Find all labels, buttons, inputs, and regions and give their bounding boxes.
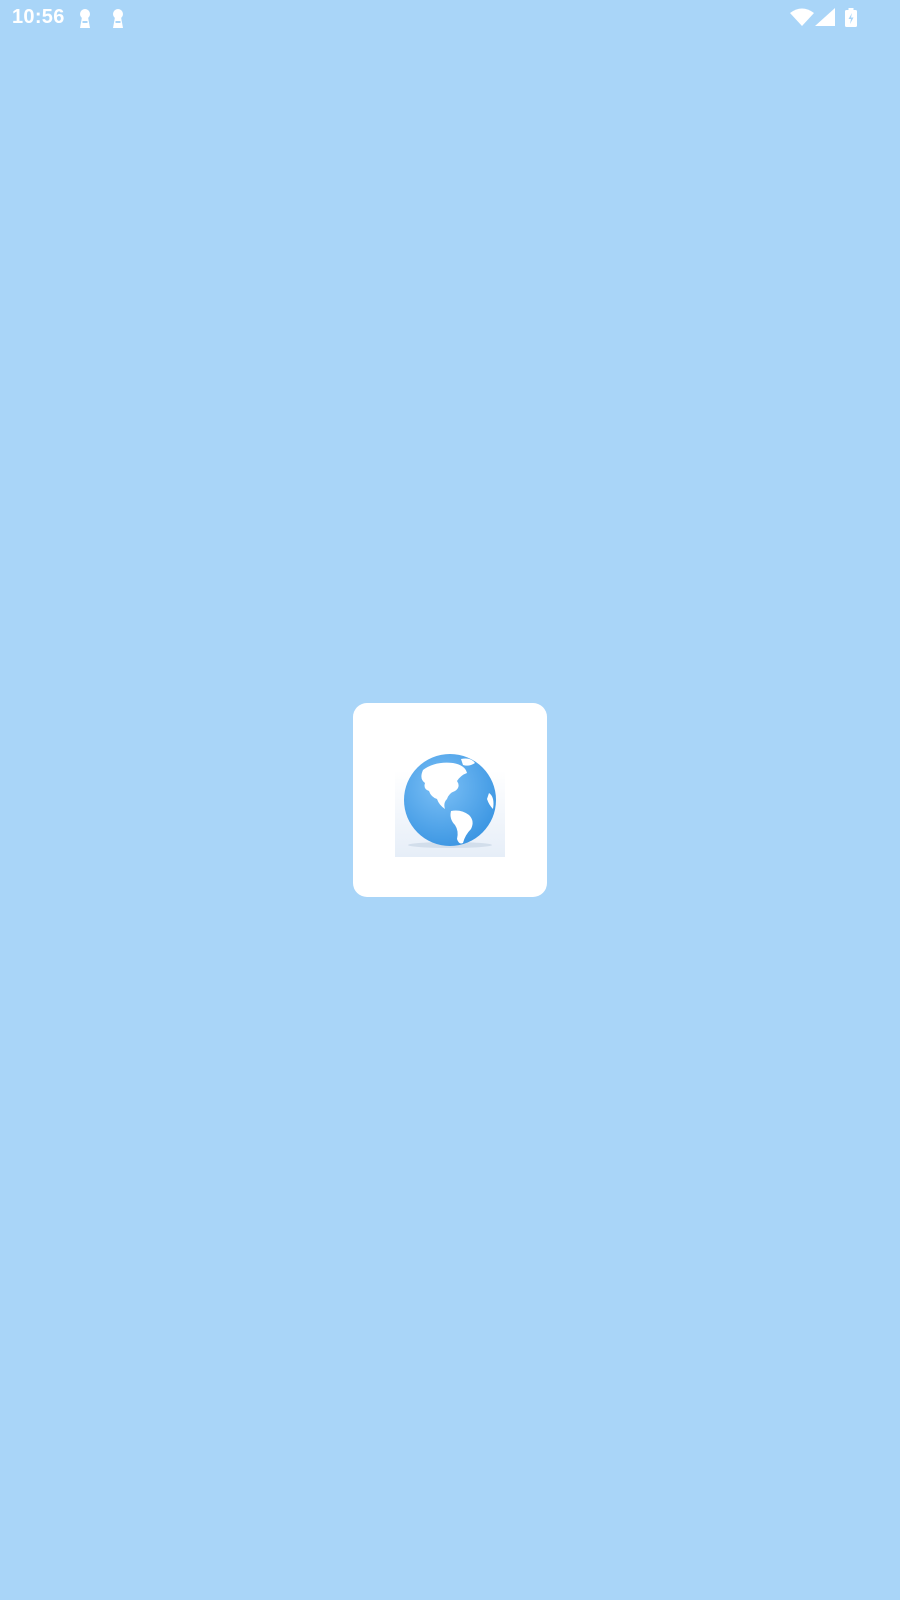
status-bar: 10:56 bbox=[0, 0, 900, 36]
wifi-icon bbox=[790, 8, 814, 26]
keyhole-icon bbox=[80, 9, 90, 28]
splash-screen: 10:56 bbox=[0, 0, 900, 1600]
keyhole-icon bbox=[113, 9, 123, 28]
status-time: 10:56 bbox=[12, 6, 65, 28]
cellular-signal-icon bbox=[815, 8, 835, 26]
battery-charging-icon bbox=[845, 8, 857, 27]
app-logo-card bbox=[353, 703, 547, 897]
globe-icon bbox=[395, 754, 505, 857]
